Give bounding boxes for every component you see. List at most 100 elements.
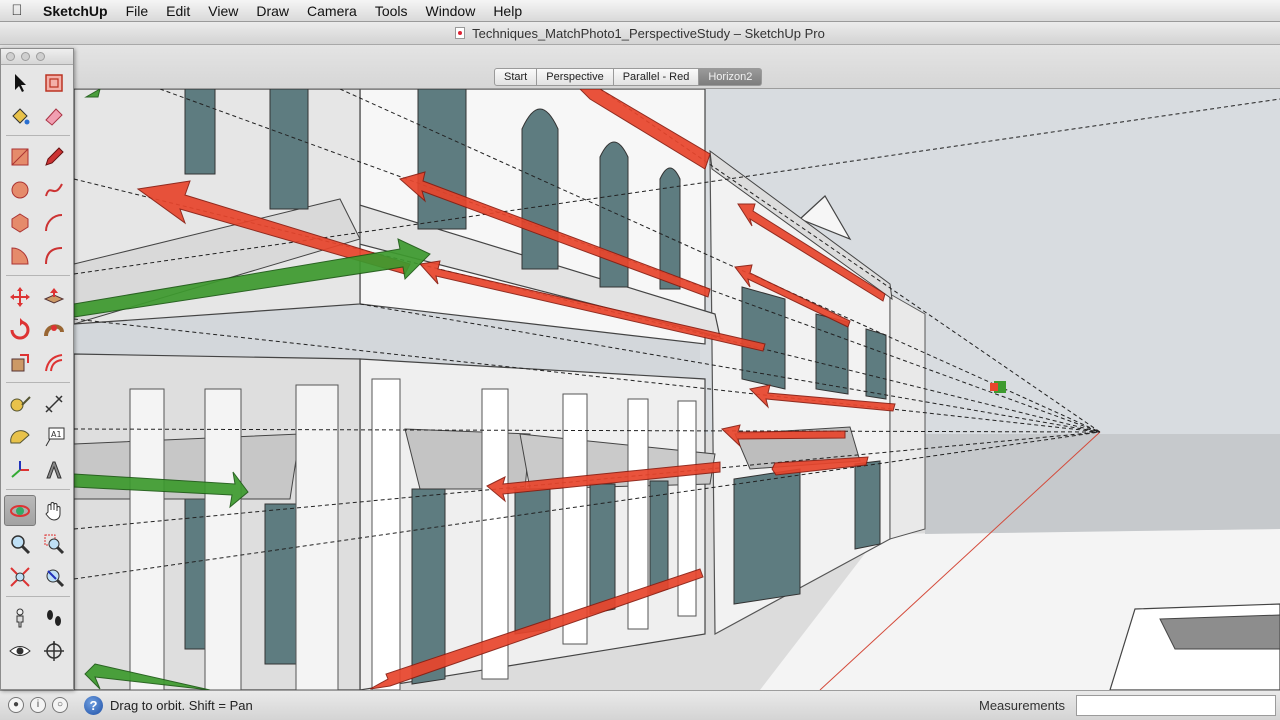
scene-tab-bar: Start Perspective Parallel - Red Horizon…: [0, 45, 1280, 89]
far-building-side: [889, 293, 926, 540]
viewport-drawing: [0, 89, 1280, 690]
axes-icon: [11, 460, 29, 478]
rotate-icon: [10, 317, 30, 339]
tool-palette-header[interactable]: [1, 49, 73, 65]
section-plane-icon: [44, 640, 64, 661]
menu-bar:  SketchUp File Edit View Draw Camera To…: [0, 0, 1280, 22]
tool-rectangle[interactable]: [4, 141, 36, 172]
tool-move[interactable]: [4, 281, 36, 312]
tool-axes[interactable]: [4, 454, 36, 485]
tool-rotate[interactable]: [4, 314, 36, 345]
menu-help[interactable]: Help: [484, 0, 531, 22]
tool-paint-bucket[interactable]: [4, 100, 36, 131]
follow-me-icon: [44, 324, 64, 336]
menu-file[interactable]: File: [117, 0, 158, 22]
tool-previous-view[interactable]: [38, 561, 70, 592]
tool-scale[interactable]: [4, 347, 36, 378]
measurements-label: Measurements: [979, 698, 1065, 713]
geolocation-icon[interactable]: ●: [8, 697, 24, 713]
arrow-icon: [15, 73, 26, 92]
tool-follow-me[interactable]: [38, 314, 70, 345]
palette-separator: [6, 135, 70, 136]
tool-push-pull[interactable]: [38, 281, 70, 312]
menu-view[interactable]: View: [199, 0, 247, 22]
scene-tab-parallel-red[interactable]: Parallel - Red: [613, 68, 700, 86]
palette-close-icon[interactable]: [6, 52, 15, 61]
tool-palette[interactable]: A1: [0, 48, 74, 690]
arc-3pt-icon: [45, 246, 63, 264]
scene-tabs: Start Perspective Parallel - Red Horizon…: [494, 68, 763, 86]
tool-text[interactable]: A1: [38, 421, 70, 452]
window-title: Techniques_MatchPhoto1_PerspectiveStudy …: [0, 22, 1280, 45]
status-hint-text: Drag to orbit. Shift = Pan: [110, 698, 253, 713]
eye-icon: [9, 645, 31, 656]
menu-camera[interactable]: Camera: [298, 0, 366, 22]
palette-minimize-icon[interactable]: [21, 52, 30, 61]
tool-select[interactable]: [4, 67, 36, 98]
tool-protractor[interactable]: [4, 421, 36, 452]
palette-zoom-icon[interactable]: [36, 52, 45, 61]
tool-pan[interactable]: [38, 495, 70, 526]
menu-sketchup[interactable]: SketchUp: [34, 0, 117, 22]
tool-offset[interactable]: [38, 347, 70, 378]
window-title-bar: Techniques_MatchPhoto1_PerspectiveStudy …: [0, 22, 1280, 45]
palette-separator: [6, 382, 70, 383]
menu-tools[interactable]: Tools: [366, 0, 417, 22]
menu-draw[interactable]: Draw: [247, 0, 298, 22]
left-building-pilasters: [129, 384, 339, 690]
scene-tab-horizon2[interactable]: Horizon2: [699, 68, 763, 86]
tool-dimension[interactable]: [38, 388, 70, 419]
tool-zoom[interactable]: [4, 528, 36, 559]
move-icon: [10, 286, 30, 307]
scale-icon: [11, 353, 29, 371]
status-bar: ● i ○ ? Drag to orbit. Shift = Pan Measu…: [0, 690, 1280, 720]
tool-make-component[interactable]: [38, 67, 70, 98]
polygon-icon: [11, 212, 29, 233]
tool-polygon[interactable]: [4, 207, 36, 238]
tool-zoom-window[interactable]: [38, 528, 70, 559]
push-pull-icon: [43, 287, 65, 304]
tool-line[interactable]: [38, 141, 70, 172]
document-icon: [455, 27, 466, 39]
svg-text:A1: A1: [51, 430, 62, 439]
dimension-icon: [45, 394, 63, 413]
tool-pie[interactable]: [4, 240, 36, 271]
tool-look-around[interactable]: [4, 635, 36, 666]
palette-separator: [6, 489, 70, 490]
tool-walk[interactable]: [38, 602, 70, 633]
tool-freehand[interactable]: [38, 174, 70, 205]
menu-edit[interactable]: Edit: [157, 0, 199, 22]
zoom-window-icon: [44, 534, 65, 554]
menu-window[interactable]: Window: [417, 0, 485, 22]
tool-tape-measure[interactable]: [4, 388, 36, 419]
circle-icon: [11, 181, 29, 198]
instructor-help-icon[interactable]: ?: [84, 696, 103, 715]
apple-menu-icon[interactable]: : [0, 2, 34, 19]
tool-section-plane[interactable]: [38, 635, 70, 666]
freehand-icon: [45, 183, 63, 196]
user-icon[interactable]: ○: [52, 697, 68, 713]
paint-bucket-icon: [12, 107, 30, 124]
scene-tab-perspective[interactable]: Perspective: [537, 68, 614, 86]
model-viewport[interactable]: [0, 89, 1280, 690]
tool-3d-text[interactable]: [38, 454, 70, 485]
tool-circle[interactable]: [4, 174, 36, 205]
hand-icon: [45, 501, 61, 521]
credits-icon[interactable]: i: [30, 697, 46, 713]
measurements-input[interactable]: [1076, 695, 1276, 716]
component-icon: [45, 73, 63, 92]
tool-eraser[interactable]: [38, 100, 70, 131]
tool-zoom-extents[interactable]: [4, 561, 36, 592]
scene-tab-start[interactable]: Start: [494, 68, 538, 86]
offset-icon: [45, 353, 63, 371]
3d-text-icon: [46, 461, 62, 478]
tool-orbit[interactable]: [4, 495, 36, 526]
tool-position-camera[interactable]: [4, 602, 36, 633]
pie-icon: [11, 246, 29, 264]
foreground-block-top: [1159, 614, 1280, 650]
previous-view-icon: [46, 569, 65, 587]
eraser-icon: [45, 107, 63, 126]
tool-arc-3pt[interactable]: [38, 240, 70, 271]
footprints-icon: [47, 609, 61, 626]
tool-arc[interactable]: [38, 207, 70, 238]
